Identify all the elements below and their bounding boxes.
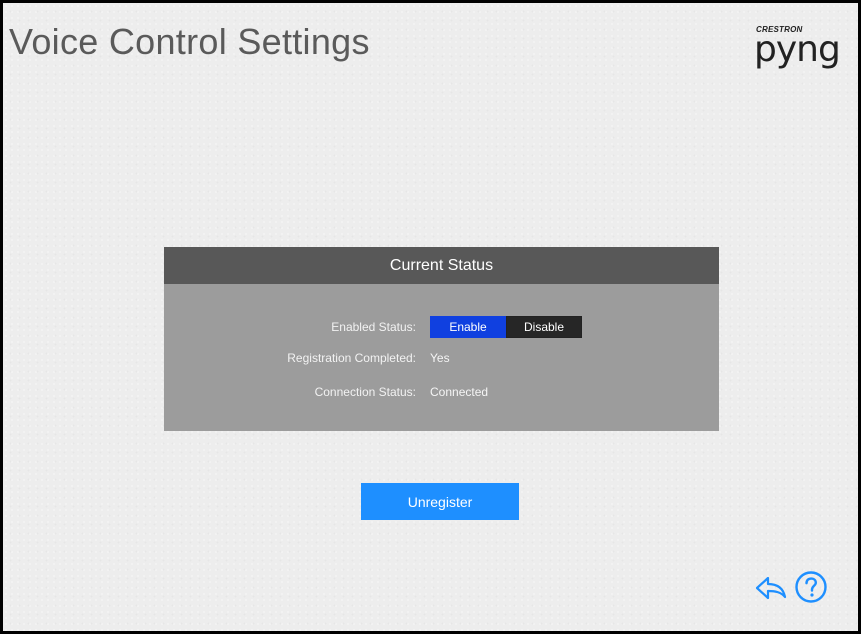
connection-row: Connection Status: Connected bbox=[164, 381, 719, 403]
connection-label: Connection Status: bbox=[314, 385, 416, 399]
back-arrow-icon[interactable] bbox=[754, 573, 788, 603]
help-icon[interactable] bbox=[794, 570, 828, 604]
page-title: Voice Control Settings bbox=[9, 21, 370, 62]
app-screen: Voice Control Settings CRESTRON pyng Cur… bbox=[3, 3, 858, 631]
enable-button[interactable]: Enable bbox=[430, 316, 506, 338]
crestron-pyng-logo: CRESTRON pyng bbox=[754, 25, 846, 73]
registration-row: Registration Completed: Yes bbox=[164, 347, 719, 369]
registration-label: Registration Completed: bbox=[287, 351, 416, 365]
enabled-status-toggle: Enable Disable bbox=[430, 316, 582, 338]
connection-value: Connected bbox=[430, 385, 489, 399]
panel-title: Current Status bbox=[389, 256, 494, 274]
unregister-button[interactable]: Unregister bbox=[361, 483, 519, 520]
logo-brand-main: pyng bbox=[754, 29, 841, 70]
disable-button[interactable]: Disable bbox=[506, 316, 582, 338]
enabled-status-row: Enabled Status: Enable Disable bbox=[164, 316, 719, 338]
registration-value: Yes bbox=[430, 351, 450, 365]
enabled-status-label: Enabled Status: bbox=[331, 320, 416, 334]
current-status-panel: Current Status Enabled Status: Enable Di… bbox=[164, 247, 719, 431]
panel-header: Current Status bbox=[164, 247, 719, 284]
